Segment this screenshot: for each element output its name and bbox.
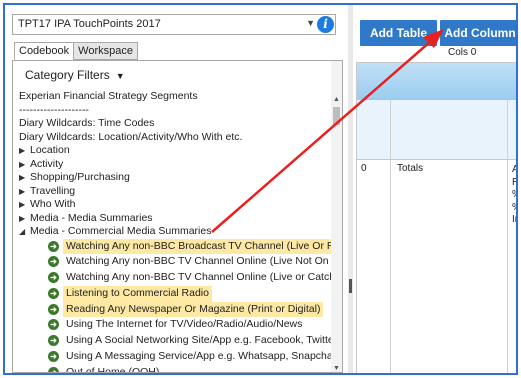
tree-folder-label: Who With bbox=[30, 198, 76, 210]
tree-folder-who-with[interactable]: ▶ Who With bbox=[17, 198, 333, 212]
tree-leaf[interactable]: ➜ Watching Any non-BBC TV Channel Online … bbox=[17, 270, 333, 286]
column-subheader bbox=[357, 100, 516, 160]
metric-label: Au bbox=[512, 164, 516, 177]
codebook-tree-box: Category Filters ▼ Experian Financial Str… bbox=[12, 60, 343, 373]
expand-triangle-icon[interactable]: ▶ bbox=[19, 171, 30, 185]
dataset-select[interactable]: TPT17 IPA TouchPoints 2017 ▼ i bbox=[12, 14, 336, 35]
tree-folder-location[interactable]: ▶ Location bbox=[17, 144, 333, 158]
tree-leaf[interactable]: ➜ Watching Any non-BBC TV Channel Online … bbox=[17, 254, 333, 270]
column-header bbox=[357, 63, 516, 100]
tree-leaf-label: Reading Any Newspaper Or Magazine (Print… bbox=[63, 301, 324, 318]
tree-leaf[interactable]: ➜ Using A Social Networking Site/App e.g.… bbox=[17, 333, 333, 349]
chevron-down-icon[interactable]: ▼ bbox=[306, 18, 315, 28]
tree-leaf-label: Watching Any non-BBC Broadcast TV Channe… bbox=[63, 238, 333, 255]
row-label: Totals bbox=[397, 163, 424, 174]
tree-folder-travelling[interactable]: ▶ Travelling bbox=[17, 185, 333, 199]
tree-folder-label: Media - Commercial Media Summaries bbox=[30, 225, 212, 237]
tree-leaf[interactable]: ➜ Out of Home (OOH) bbox=[17, 365, 333, 373]
tree-item[interactable]: Experian Financial Strategy Segments bbox=[17, 90, 333, 104]
expand-triangle-icon[interactable]: ▶ bbox=[19, 158, 30, 172]
tree-leaf[interactable]: ➜ Reading Any Newspaper Or Magazine (Prin… bbox=[17, 301, 333, 318]
codebook-panel: TPT17 IPA TouchPoints 2017 ▼ i Codebook W… bbox=[5, 5, 348, 373]
metric-label: In bbox=[512, 214, 516, 225]
app-frame: TPT17 IPA TouchPoints 2017 ▼ i Codebook W… bbox=[3, 3, 518, 375]
go-arrow-icon[interactable]: ➜ bbox=[48, 351, 59, 363]
expand-triangle-icon[interactable]: ▶ bbox=[19, 198, 30, 212]
tree-leaf-label: Using A Social Networking Site/App e.g. … bbox=[66, 334, 333, 347]
tree-item[interactable]: Diary Wildcards: Time Codes bbox=[17, 117, 333, 131]
dataset-select-value: TPT17 IPA TouchPoints 2017 bbox=[18, 18, 161, 30]
tree-folder-label: Media - Media Summaries bbox=[30, 211, 153, 224]
codebook-tree: Experian Financial Strategy Segments ---… bbox=[17, 90, 333, 373]
tab-workspace[interactable]: Workspace bbox=[73, 42, 138, 60]
tree-separator: -------------------- bbox=[19, 103, 89, 116]
go-arrow-icon[interactable]: ➜ bbox=[48, 287, 59, 299]
expand-triangle-icon[interactable]: ▶ bbox=[19, 144, 30, 158]
tree-folder-shopping[interactable]: ▶ Shopping/Purchasing bbox=[17, 171, 333, 185]
scroll-down-icon[interactable]: ▼ bbox=[332, 365, 341, 372]
info-icon[interactable]: i bbox=[317, 16, 334, 33]
tree-folder-media-summaries[interactable]: ▶ Media - Media Summaries bbox=[17, 212, 333, 226]
add-column-button[interactable]: Add Column bbox=[440, 20, 516, 46]
go-arrow-icon[interactable]: ➜ bbox=[48, 335, 59, 347]
grid-divider bbox=[390, 100, 391, 373]
metric-label: % bbox=[512, 189, 516, 202]
tab-codebook[interactable]: Codebook bbox=[14, 42, 75, 60]
go-arrow-icon[interactable]: ➜ bbox=[48, 240, 59, 252]
tree-scrollbar[interactable]: ▲ ▼ bbox=[331, 61, 342, 372]
panel-tabs: Codebook Workspace bbox=[14, 42, 138, 60]
go-arrow-icon[interactable]: ➜ bbox=[48, 319, 59, 331]
caret-down-icon: ▼ bbox=[115, 71, 125, 81]
go-arrow-icon[interactable]: ➜ bbox=[48, 272, 59, 284]
category-filters-label: Category Filters bbox=[25, 68, 110, 82]
tree-leaf-label: Using A Messaging Service/App e.g. Whats… bbox=[66, 350, 333, 363]
tree-folder-label: Activity bbox=[30, 157, 64, 170]
row-metrics: Au Re % % In bbox=[512, 164, 516, 227]
tree-leaf-label: Watching Any non-BBC TV Channel Online (… bbox=[66, 255, 333, 268]
tree-leaf-label: Out of Home (OOH) bbox=[66, 365, 160, 373]
tree-folder-label: Location bbox=[30, 144, 70, 156]
tree-folder-activity[interactable]: ▶ Activity bbox=[17, 158, 333, 172]
splitter-grip[interactable] bbox=[349, 279, 352, 293]
tree-folder-label: Shopping/Purchasing bbox=[30, 171, 130, 183]
metric-label: % bbox=[512, 202, 516, 215]
collapse-triangle-icon[interactable]: ◢ bbox=[19, 225, 30, 239]
grid-divider bbox=[507, 100, 508, 373]
tree-item[interactable]: Diary Wildcards: Location/Activity/Who W… bbox=[17, 131, 333, 145]
expand-triangle-icon[interactable]: ▶ bbox=[19, 212, 30, 226]
tree-leaf[interactable]: ➜ Listening to Commercial Radio bbox=[17, 285, 333, 302]
tree-leaf[interactable]: ➜ Using The Internet for TV/Video/Radio/A… bbox=[17, 317, 333, 333]
metric-label: Re bbox=[512, 177, 516, 190]
category-filters-dropdown[interactable]: Category Filters ▼ bbox=[13, 61, 342, 87]
expand-triangle-icon[interactable]: ▶ bbox=[19, 185, 30, 199]
tree-leaf[interactable]: ➜ Watching Any non-BBC Broadcast TV Chann… bbox=[17, 238, 333, 255]
go-arrow-icon[interactable]: ➜ bbox=[48, 303, 59, 315]
scroll-up-icon[interactable]: ▲ bbox=[332, 96, 341, 103]
add-table-button[interactable]: Add Table bbox=[360, 20, 437, 46]
cols-count: Cols 0 bbox=[448, 47, 477, 58]
tree-leaf-label: Listening to Commercial Radio bbox=[63, 285, 212, 302]
tree-leaf-label: Using The Internet for TV/Video/Radio/Au… bbox=[66, 318, 303, 331]
tree-folder-commercial-media[interactable]: ◢ Media - Commercial Media Summaries bbox=[17, 225, 333, 239]
go-arrow-icon[interactable]: ➜ bbox=[48, 256, 59, 268]
tree-folder-label: Travelling bbox=[30, 184, 76, 197]
tree-leaf-label: Watching Any non-BBC TV Channel Online (… bbox=[66, 271, 333, 284]
go-arrow-icon[interactable]: ➜ bbox=[48, 366, 59, 372]
scrollbar-thumb[interactable] bbox=[333, 107, 340, 125]
row-number: 0 bbox=[361, 163, 367, 174]
tree-leaf[interactable]: ➜ Using A Messaging Service/App e.g. What… bbox=[17, 349, 333, 365]
crosstab-grid: 0 Totals Au Re % % In bbox=[356, 62, 516, 373]
table-panel: Add Table Add Column Cols 0 0 Totals Au … bbox=[353, 5, 516, 373]
